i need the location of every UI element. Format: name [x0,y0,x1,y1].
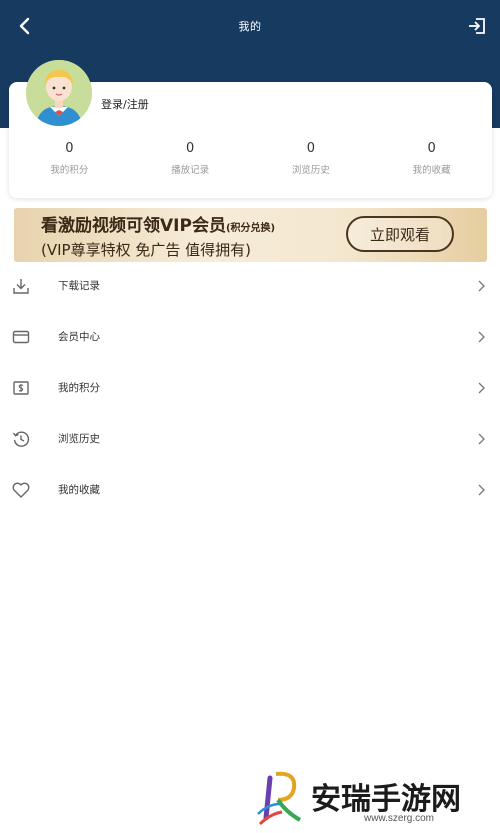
stat-value: 0 [427,141,436,156]
menu-item-favorites[interactable]: 我的收藏 [0,464,500,515]
history-icon [11,429,31,449]
chevron-right-icon [476,330,486,344]
avatar[interactable] [26,60,92,126]
stat-value: 0 [65,141,74,156]
menu-item-downloads[interactable]: 下载记录 [0,260,500,311]
menu-list: 下载记录 会员中心 我的积分 浏览历史 我的收藏 [0,260,500,515]
stat-play-history[interactable]: 0 播放记录 [130,140,251,176]
menu-item-browse-history[interactable]: 浏览历史 [0,413,500,464]
site-watermark: 安瑞手游网 www.szerg.com [256,768,496,828]
chevron-right-icon [476,432,486,446]
menu-item-label: 浏览历史 [58,433,100,445]
chevron-right-icon [476,279,486,293]
stat-points[interactable]: 0 我的积分 [9,140,130,176]
menu-item-vip-center[interactable]: 会员中心 [0,311,500,362]
menu-item-label: 我的收藏 [58,484,100,496]
banner-title-main: 看激励视频可领VIP会员 [41,216,226,236]
watermark-url: www.szerg.com [364,813,435,824]
menu-item-points[interactable]: 我的积分 [0,362,500,413]
page-title: 我的 [238,20,262,33]
stat-label: 播放记录 [171,165,210,176]
stat-label: 我的收藏 [412,165,451,176]
card-icon [11,327,31,347]
avatar-illustration [26,60,92,126]
vip-promo-banner[interactable]: 看激励视频可领VIP会员(积分兑换) (VIP尊享特权 免广告 值得拥有) 立即… [14,208,487,262]
stat-label: 我的积分 [50,165,89,176]
logout-button[interactable] [462,12,492,40]
watermark-name: 安瑞手游网 [311,782,461,817]
heart-icon [11,480,31,500]
watch-now-button[interactable]: 立即观看 [346,216,454,252]
stat-favorites[interactable]: 0 我的收藏 [371,140,492,176]
stat-value: 0 [185,141,195,156]
download-icon [11,276,31,296]
menu-item-label: 下载记录 [58,280,100,292]
banner-title: 看激励视频可领VIP会员(积分兑换) [41,211,275,236]
banner-subtitle: (VIP尊享特权 免广告 值得拥有) [41,241,251,259]
menu-item-label: 会员中心 [58,331,100,343]
points-icon [11,378,31,398]
stat-label: 浏览历史 [291,165,330,176]
stats-row: 0 我的积分 0 播放记录 0 浏览历史 0 我的收藏 [9,140,492,176]
profile-card: 登录/注册 0 我的积分 0 播放记录 0 浏览历史 0 我的收藏 [9,60,492,198]
menu-item-label: 我的积分 [58,382,100,394]
login-register-link[interactable]: 登录/注册 [101,96,149,112]
banner-title-note: (积分兑换) [225,223,276,234]
chevron-right-icon [476,381,486,395]
logout-icon [469,18,485,34]
watermark-logo [257,771,302,826]
stat-value: 0 [306,141,316,156]
chevron-right-icon [476,483,486,497]
stat-browse-history[interactable]: 0 浏览历史 [251,140,372,176]
